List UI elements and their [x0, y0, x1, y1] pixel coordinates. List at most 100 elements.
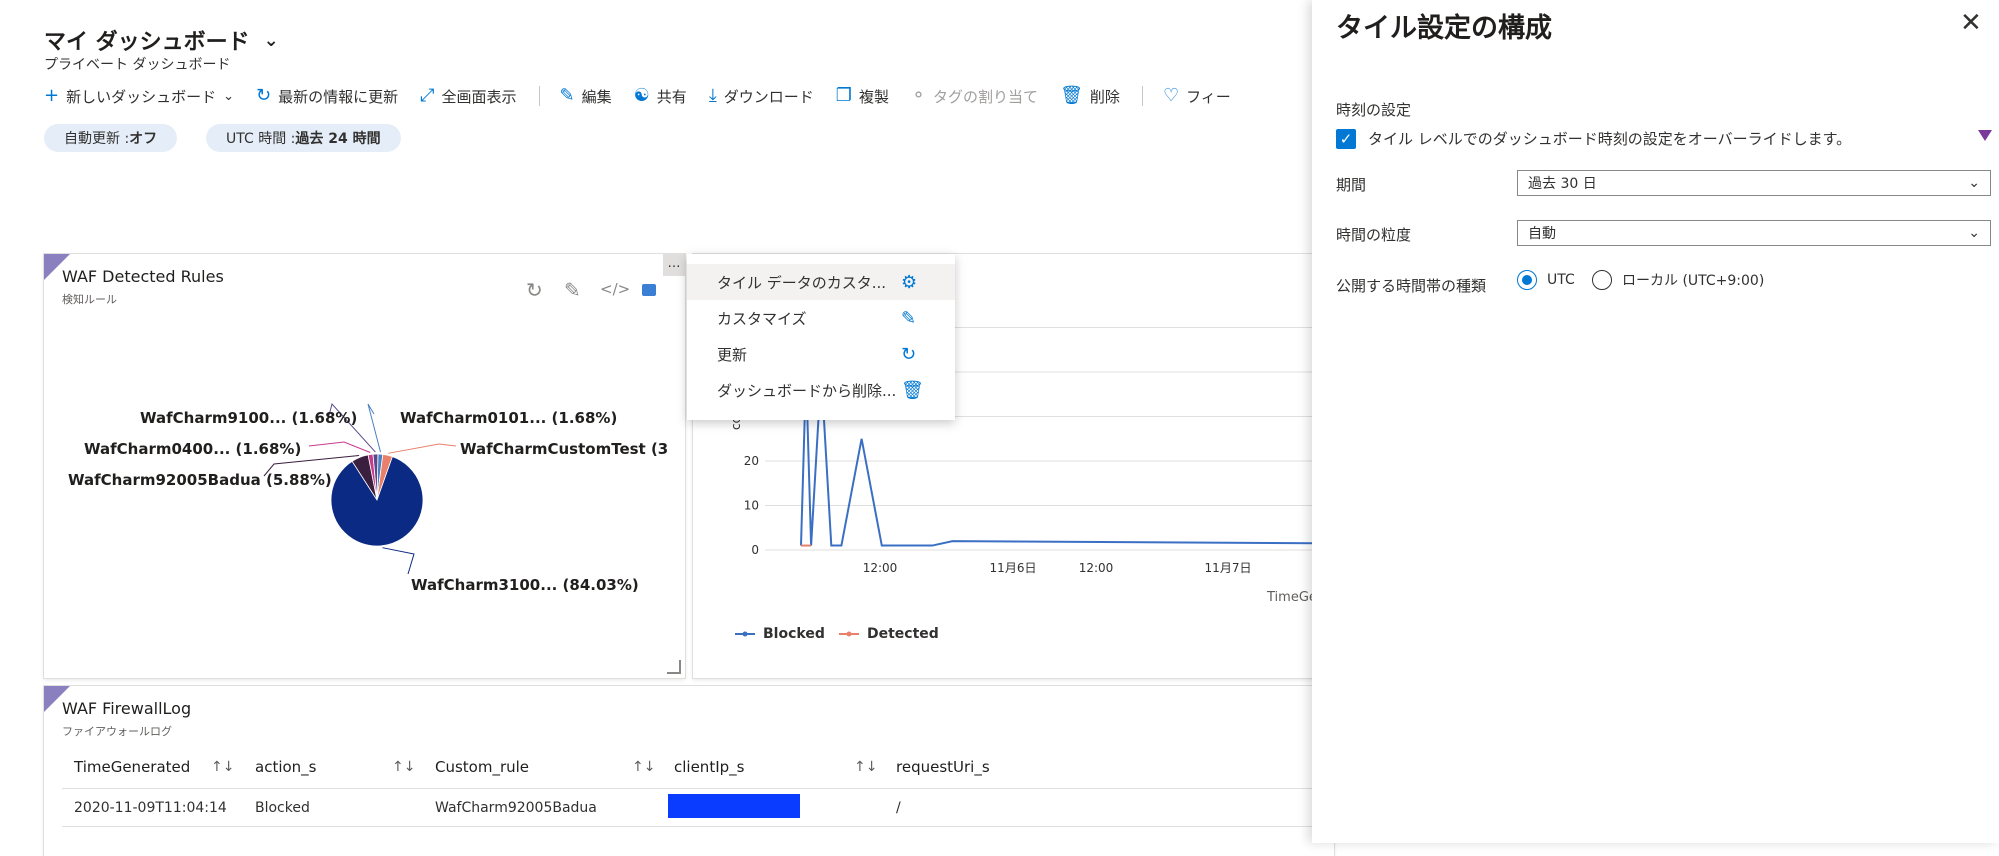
resize-handle[interactable]	[667, 660, 681, 674]
column-header[interactable]: clientIp_s	[674, 758, 744, 776]
table-cell: 2020-11-09T11:04:14	[74, 800, 227, 816]
chevron-down-icon[interactable]: ⌄	[264, 30, 279, 51]
menu-item-customize[interactable]: カスタマイズ ✎	[687, 300, 955, 336]
dashboard-subtitle: プライベート ダッシュボード	[44, 57, 231, 73]
pie-label: WafCharm92005Badua (5.88%)	[68, 471, 332, 489]
y-tick-label: 0	[751, 543, 759, 557]
refresh-icon: ↻	[901, 343, 917, 365]
x-tick-label: 12:00	[863, 561, 898, 575]
refresh-button[interactable]: ↻ 最新の情報に更新	[256, 86, 398, 107]
dashboard-title[interactable]: マイ ダッシュボード ⌄	[44, 24, 279, 56]
pie-label: WafCharm9100... (1.68%)	[140, 409, 358, 427]
toolbar-divider	[1141, 86, 1143, 106]
pie-leader-line	[308, 441, 371, 453]
new-dashboard-button[interactable]: + 新しいダッシュボード ⌄	[44, 86, 234, 107]
sort-icon[interactable]: ↑↓	[211, 759, 234, 775]
x-axis-label: TimeGe	[1267, 590, 1317, 605]
column-header[interactable]: Custom_rule	[435, 758, 529, 776]
override-checkbox-row[interactable]: ✓ タイル レベルでのダッシュボード時刻の設定をオーバーライドします。	[1336, 128, 1851, 149]
delete-button[interactable]: 🗑 削除	[1060, 86, 1120, 107]
x-tick-label: 11月7日	[1205, 561, 1252, 575]
pie-chart	[263, 402, 457, 575]
redacted-ip	[668, 794, 800, 818]
timezone-radio-utc[interactable]: UTC	[1517, 270, 1575, 290]
tile-context-menu: タイル データのカスタ... ⚙ カスタマイズ ✎ 更新 ↻ ダッシュボードから…	[687, 254, 955, 420]
radio-button[interactable]	[1517, 270, 1537, 290]
menu-item-remove-from-dashboard[interactable]: ダッシュボードから削除... 🗑	[687, 372, 955, 408]
share-button[interactable]: ☯ 共有	[634, 86, 687, 107]
table-cell: Blocked	[255, 800, 310, 816]
trash-icon: 🗑	[1060, 85, 1083, 106]
legend-swatch	[839, 631, 859, 637]
fullscreen-button[interactable]: ⤢ 全画面表示	[420, 86, 516, 107]
chevron-down-icon: ⌄	[1968, 225, 1980, 241]
pie-leader-line	[388, 443, 457, 454]
sort-icon[interactable]: ↑↓	[854, 759, 877, 775]
panel-title: タイル設定の構成	[1336, 13, 1552, 44]
feedback-button[interactable]: ♡ フィー	[1163, 86, 1231, 107]
pencil-icon: ✎	[559, 85, 575, 106]
table-cell: /	[896, 800, 901, 816]
pie-label: WafCharm0400... (1.68%)	[84, 440, 302, 458]
section-heading: 時刻の設定	[1336, 101, 1412, 119]
filter-icon	[1978, 130, 1992, 141]
timezone-radio-local[interactable]: ローカル (UTC+9:00)	[1592, 270, 1764, 290]
time-range-pill[interactable]: UTC 時間 : 過去 24 時間	[206, 124, 401, 152]
heart-icon: ♡	[1162, 85, 1180, 106]
column-header[interactable]: TimeGenerated	[74, 758, 190, 776]
column-header[interactable]: requestUri_s	[896, 758, 990, 776]
granularity-dropdown[interactable]: 自動 ⌄	[1517, 220, 1991, 246]
override-checkbox[interactable]: ✓	[1336, 128, 1356, 149]
trash-icon: 🗑	[901, 379, 924, 401]
tile-settings-panel: タイル設定の構成 ✕ 時刻の設定 ✓ タイル レベルでのダッシュボード時刻の設定…	[1312, 0, 1999, 843]
legend-swatch	[735, 631, 755, 637]
refresh-icon: ↻	[256, 85, 272, 106]
pie-label: WafCharm3100... (84.03%)	[411, 576, 639, 594]
granularity-label: 時間の粒度	[1336, 226, 1412, 244]
period-dropdown[interactable]: 過去 30 日 ⌄	[1517, 170, 1991, 196]
chevron-down-icon: ⌄	[1968, 175, 1980, 191]
sort-icon[interactable]: ↑↓	[392, 759, 415, 775]
table-divider	[62, 826, 1322, 827]
download-button[interactable]: ⤓ ダウンロード	[709, 86, 814, 107]
sort-icon[interactable]: ↑↓	[632, 759, 655, 775]
pie-leader-line	[382, 547, 415, 575]
tile-subtitle: ファイアウォールログ	[62, 725, 172, 738]
table-divider	[62, 788, 1322, 789]
chevron-down-icon: ⌄	[223, 88, 235, 104]
menu-item-refresh[interactable]: 更新 ↻	[687, 336, 955, 372]
timezone-label: 公開する時間帯の種類	[1336, 277, 1487, 295]
download-icon: ⤓	[708, 85, 717, 106]
tag-icon: ⚬	[910, 85, 927, 106]
toolbar-divider	[538, 86, 540, 106]
tile-title: WAF FirewallLog	[62, 699, 192, 718]
menu-item-customize-tile-data[interactable]: タイル データのカスタ... ⚙	[687, 264, 955, 300]
copy-icon: ❐	[835, 85, 852, 106]
column-header[interactable]: action_s	[255, 758, 317, 776]
edit-button[interactable]: ✎ 編集	[560, 86, 612, 107]
plus-icon: +	[44, 85, 60, 106]
close-icon[interactable]: ✕	[1960, 8, 1982, 38]
clone-button[interactable]: ❐ 複製	[836, 86, 889, 107]
table-cell: WafCharm92005Badua	[435, 800, 597, 816]
tile-waf-firewall-log: WAF FirewallLog ファイアウォールログ TimeGenerated…	[44, 686, 1334, 856]
legend-item-blocked[interactable]: Blocked	[735, 626, 825, 642]
tile-waf-detected-rules: WAF Detected Rules 検知ルール ↻ ✎ </> … WafCh…	[44, 254, 685, 678]
auto-refresh-pill[interactable]: 自動更新 : オフ	[44, 124, 178, 152]
pie-label: WafCharm0101... (1.68%)	[400, 409, 618, 427]
x-tick-label: 12:00	[1079, 561, 1114, 575]
toolbar: + 新しいダッシュボード ⌄ ↻ 最新の情報に更新 ⤢ 全画面表示 ✎ 編集 ☯…	[44, 84, 1253, 108]
assign-tags-button[interactable]: ⚬ タグの割り当て	[911, 86, 1038, 107]
pie-leader-line	[367, 403, 382, 453]
x-tick-label: 11月6日	[990, 561, 1037, 575]
gear-icon: ⚙	[901, 271, 918, 293]
pie-label: WafCharmCustomTest (3.3	[460, 440, 669, 458]
expand-icon: ⤢	[420, 85, 435, 106]
y-tick-label: 10	[744, 499, 759, 513]
pencil-icon: ✎	[901, 307, 917, 329]
y-tick-label: 20	[744, 454, 759, 468]
radio-button[interactable]	[1592, 270, 1612, 290]
share-icon: ☯	[633, 85, 650, 106]
period-label: 期間	[1336, 176, 1367, 194]
legend-item-detected[interactable]: Detected	[839, 626, 939, 642]
